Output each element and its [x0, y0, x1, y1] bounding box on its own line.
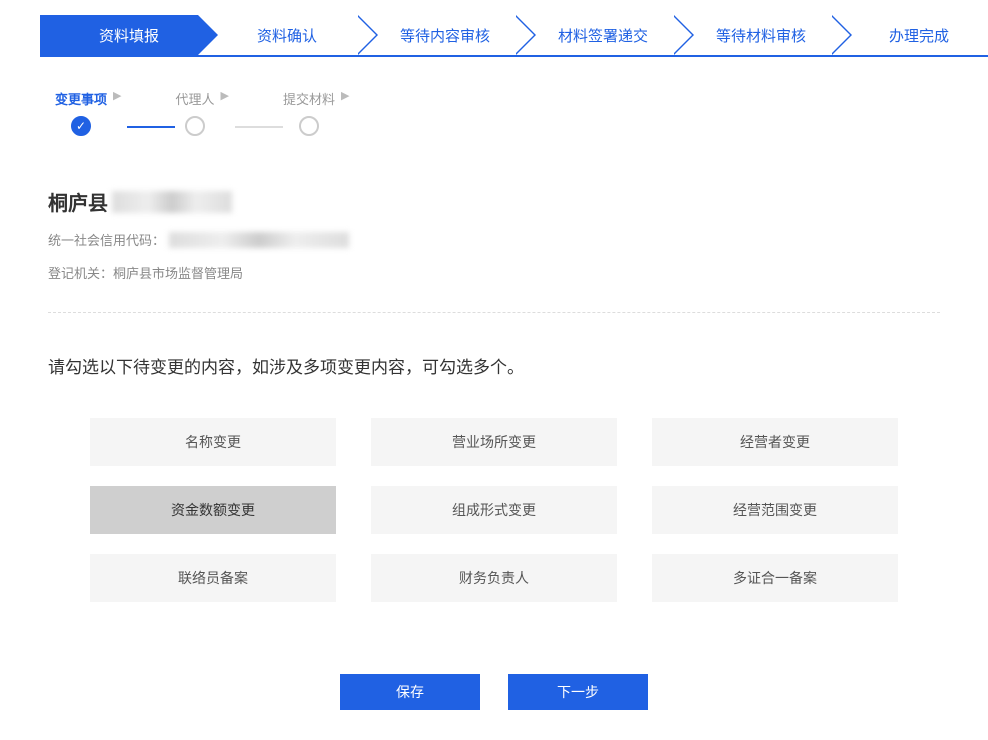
option-finance-person[interactable]: 财务负责人 [371, 554, 617, 602]
option-scope-change[interactable]: 经营范围变更 [652, 486, 898, 534]
option-multi-cert-filing[interactable]: 多证合一备案 [652, 554, 898, 602]
sub-step-label: 代理人 [175, 89, 214, 108]
progress-steps: 资料填报 资料确认 等待内容审核 材料签署递交 等待材料审核 办理完成 [40, 15, 988, 57]
connector-line [235, 126, 283, 128]
instruction-text: 请勾选以下待变更的内容，如涉及多项变更内容，可勾选多个。 [48, 353, 940, 378]
sub-step-submit-materials[interactable]: 提交材料 [283, 89, 335, 136]
progress-step-2[interactable]: 资料确认 [198, 15, 356, 55]
progress-step-1[interactable]: 资料填报 [40, 15, 198, 55]
option-liaison-filing[interactable]: 联络员备案 [90, 554, 336, 602]
progress-step-5[interactable]: 等待材料审核 [672, 15, 830, 55]
connector-line [127, 126, 175, 128]
circle-icon [185, 116, 205, 136]
option-location-change[interactable]: 营业场所变更 [371, 418, 617, 466]
option-form-change[interactable]: 组成形式变更 [371, 486, 617, 534]
chevron-right-icon: ▶ [221, 89, 229, 102]
registration-row: 登记机关： 桐庐县市场监督管理局 [48, 263, 940, 282]
progress-step-6[interactable]: 办理完成 [830, 15, 988, 55]
next-button[interactable]: 下一步 [508, 674, 648, 710]
chevron-right-icon: ▶ [341, 89, 349, 102]
check-circle-icon: ✓ [71, 116, 91, 136]
change-options-grid: 名称变更 营业场所变更 经营者变更 资金数额变更 组成形式变更 经营范围变更 联… [90, 418, 898, 602]
save-button[interactable]: 保存 [340, 674, 480, 710]
button-row: 保存 下一步 [0, 674, 988, 710]
chevron-right-icon: ▶ [113, 89, 121, 102]
registration-value: 桐庐县市场监督管理局 [113, 263, 243, 282]
redacted-company-name [112, 191, 232, 213]
credit-code-label: 统一社会信用代码： [48, 230, 165, 249]
option-name-change[interactable]: 名称变更 [90, 418, 336, 466]
progress-step-4[interactable]: 材料签署递交 [514, 15, 672, 55]
circle-icon [299, 116, 319, 136]
sub-step-label: 提交材料 [283, 89, 335, 108]
registration-label: 登记机关： [48, 263, 113, 282]
option-operator-change[interactable]: 经营者变更 [652, 418, 898, 466]
option-capital-change[interactable]: 资金数额变更 [90, 486, 336, 534]
checkmark-icon: ✓ [76, 120, 86, 132]
credit-code-row: 统一社会信用代码： [48, 230, 940, 249]
sub-step-change-items[interactable]: 变更事项 ✓ [55, 89, 107, 136]
sub-step-agent[interactable]: 代理人 [175, 89, 214, 136]
sub-step-label: 变更事项 [55, 89, 107, 108]
company-name: 桐庐县 [48, 187, 940, 216]
progress-step-3[interactable]: 等待内容审核 [356, 15, 514, 55]
company-info-section: 桐庐县 统一社会信用代码： 登记机关： 桐庐县市场监督管理局 [48, 187, 940, 313]
company-name-prefix: 桐庐县 [48, 187, 108, 216]
redacted-credit-code [169, 232, 349, 248]
sub-steps: 变更事项 ✓ ▶ 代理人 ▶ 提交材料 ▶ [55, 87, 988, 137]
